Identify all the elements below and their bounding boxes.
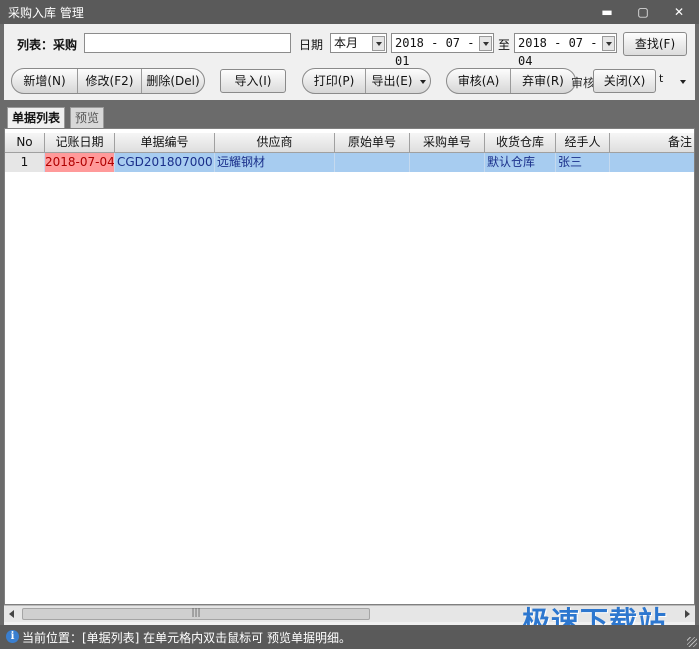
col-handler[interactable]: 经手人 — [556, 133, 610, 153]
date-to-value: 2018 - 07 - 04 — [518, 36, 598, 68]
maximize-button[interactable]: ▢ — [632, 2, 654, 22]
row-po-no[interactable] — [410, 153, 485, 172]
period-select[interactable]: 本月 — [330, 33, 387, 53]
edit-button-group: 新增(N) 修改(F2) 删除(Del) — [11, 68, 205, 94]
list-input[interactable] — [84, 33, 291, 53]
to-label: 至 — [498, 38, 511, 52]
scroll-left-icon[interactable] — [9, 610, 14, 618]
audit-partial-label: 审核 — [571, 76, 596, 90]
abandon-audit-button[interactable]: 弃审(R) — [511, 69, 575, 93]
export-dropdown-icon[interactable] — [420, 80, 426, 84]
row-warehouse[interactable]: 默认仓库 — [485, 153, 556, 172]
import-button[interactable]: 导入(I) — [220, 69, 286, 93]
close-button[interactable]: 关闭(X) — [593, 69, 656, 93]
info-icon: i — [6, 630, 19, 643]
main-panel: 列表：采购 日期 本月 2018 - 07 - 01 至 2018 - 07 -… — [4, 24, 695, 625]
window-title: 采购入库 管理 — [8, 6, 84, 20]
row-doc-no[interactable]: CGD2018070001 — [115, 153, 215, 172]
chevron-down-icon[interactable] — [602, 36, 615, 51]
search-button[interactable]: 查找(F) — [623, 32, 687, 56]
table-row[interactable]: 1 2018-07-04 CGD2018070001 远耀钢材 默认仓库 张三 — [5, 153, 694, 172]
tab-strip: 单据列表 预览 — [4, 106, 695, 128]
col-orig-no[interactable]: 原始单号 — [335, 133, 410, 153]
new-button[interactable]: 新增(N) — [12, 69, 78, 93]
col-date[interactable]: 记账日期 — [45, 133, 115, 153]
status-text: 当前位置：[单据列表] 在单元格内双击鼠标可 预览单据明细。 — [22, 631, 351, 645]
period-value: 本月 — [334, 36, 359, 50]
col-po-no[interactable]: 采购单号 — [410, 133, 485, 153]
date-label: 日期 — [299, 38, 324, 52]
date-from-value: 2018 - 07 - 01 — [395, 36, 475, 68]
list-label: 列表：采购 — [17, 38, 78, 52]
grid-header: No 记账日期 单据编号 供应商 原始单号 采购单号 收货仓库 经手人 备注 — [5, 133, 694, 153]
audit-button[interactable]: 审核(A) — [447, 69, 511, 93]
tab-preview[interactable]: 预览 — [70, 107, 105, 128]
row-handler[interactable]: 张三 — [556, 153, 610, 172]
date-to-picker[interactable]: 2018 - 07 - 04 — [514, 33, 617, 68]
row-date[interactable]: 2018-07-04 — [45, 153, 115, 172]
date-from-picker[interactable]: 2018 - 07 - 01 — [391, 33, 494, 68]
overflow-partial-label: t — [659, 72, 664, 85]
status-bar: i 当前位置：[单据列表] 在单元格内双击鼠标可 预览单据明细。 — [0, 625, 699, 649]
row-no[interactable]: 1 — [5, 153, 45, 172]
delete-button[interactable]: 删除(Del) — [142, 69, 204, 93]
col-note[interactable]: 备注 — [610, 133, 694, 153]
print-export-group: 打印(P) 导出(E) — [302, 68, 431, 94]
title-bar: 采购入库 管理 ▬ ▢ ✕ — [0, 0, 699, 24]
row-note[interactable] — [610, 153, 694, 172]
col-supplier[interactable]: 供应商 — [215, 133, 335, 153]
tab-document-list[interactable]: 单据列表 — [7, 107, 66, 128]
chevron-down-icon[interactable] — [479, 36, 492, 51]
audit-button-group: 审核(A) 弃审(R) — [446, 68, 576, 94]
close-window-button[interactable]: ✕ — [668, 2, 690, 22]
export-button[interactable]: 导出(E) — [366, 69, 418, 93]
col-warehouse[interactable]: 收货仓库 — [485, 133, 556, 153]
col-doc-no[interactable]: 单据编号 — [115, 133, 215, 153]
document-grid: No 记账日期 单据编号 供应商 原始单号 采购单号 收货仓库 经手人 备注 1… — [4, 128, 695, 605]
row-orig-no[interactable] — [335, 153, 410, 172]
edit-button[interactable]: 修改(F2) — [78, 69, 142, 93]
minimize-button[interactable]: ▬ — [596, 2, 618, 22]
chevron-down-icon[interactable] — [372, 36, 385, 51]
resize-grip-icon[interactable] — [687, 637, 697, 647]
scroll-right-icon[interactable] — [685, 610, 690, 618]
col-no[interactable]: No — [5, 133, 45, 153]
scroll-thumb[interactable]: ||| — [22, 608, 370, 620]
row-supplier[interactable]: 远耀钢材 — [215, 153, 335, 172]
toolbar-overflow-icon[interactable] — [680, 80, 686, 84]
print-button[interactable]: 打印(P) — [303, 69, 366, 93]
